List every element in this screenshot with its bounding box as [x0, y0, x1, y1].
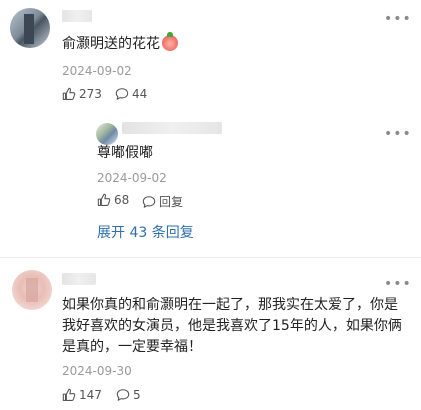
reply-date: 2024-09-02	[97, 171, 167, 185]
comment-bubble-icon	[115, 88, 129, 100]
peach-emoji-icon	[162, 32, 178, 51]
reply-button[interactable]: 回复	[142, 193, 183, 210]
reply-username[interactable]	[122, 122, 222, 134]
comment-bubble-icon	[142, 195, 156, 208]
thumbs-up-icon	[97, 193, 111, 206]
like-button[interactable]: 273	[62, 87, 102, 101]
more-icon[interactable]: •••	[384, 127, 412, 141]
comment-text: 如果你真的和俞灏明在一起了，那我实在太爱了，你是我好喜欢的女演员，他是我喜欢了1…	[62, 297, 402, 355]
avatar[interactable]	[12, 270, 52, 310]
comment-button[interactable]: 5	[116, 388, 141, 402]
comment-date: 2024-09-30	[62, 364, 132, 378]
comment-feed: ••• 俞灏明送的花花 2024-09-02 273 44 ••• 尊嘟假嘟 2…	[0, 0, 421, 410]
more-icon[interactable]: •••	[384, 12, 412, 26]
reply-text: 尊嘟假嘟	[97, 145, 153, 161]
comment-text: 俞灏明送的花花	[62, 32, 178, 54]
more-icon[interactable]: •••	[384, 277, 412, 291]
reply-like-button[interactable]: 68	[97, 193, 129, 207]
thumbs-up-icon	[62, 388, 76, 401]
username[interactable]	[62, 273, 96, 285]
divider	[0, 257, 421, 258]
thumbs-up-icon	[62, 87, 76, 100]
comment-date: 2024-09-02	[62, 64, 132, 78]
reply-avatar[interactable]	[96, 123, 118, 145]
username[interactable]	[62, 10, 92, 22]
like-button[interactable]: 147	[62, 388, 102, 402]
comment-bubble-icon	[116, 389, 130, 401]
avatar[interactable]	[10, 8, 50, 48]
comment-button[interactable]: 44	[115, 87, 147, 101]
expand-replies-link[interactable]: 展开 43 条回复	[97, 222, 194, 242]
